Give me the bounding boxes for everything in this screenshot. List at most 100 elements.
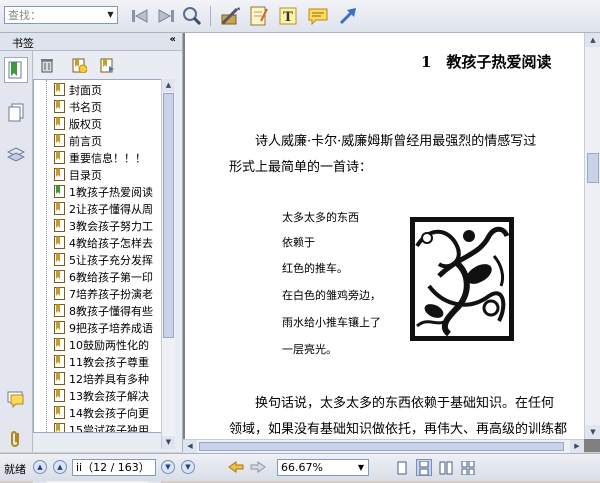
bookmark-item[interactable]: 2让孩子懂得从周 — [34, 200, 174, 217]
document-vertical-scrollbar[interactable]: ▲ ▼ — [584, 33, 600, 439]
bookmark-item[interactable]: 封面页 — [34, 81, 174, 98]
find-prev-icon[interactable] — [128, 4, 152, 28]
bookmark-icon — [54, 151, 65, 164]
svg-text:T: T — [283, 10, 293, 25]
bookmark-item[interactable]: 12培养具有多种 — [34, 370, 174, 387]
bookmark-item[interactable]: 版权页 — [34, 115, 174, 132]
search-icon[interactable] — [180, 4, 204, 28]
bookmark-label: 目录页 — [69, 168, 102, 182]
last-page-icon[interactable]: ▼ — [181, 460, 195, 474]
scroll-up-icon[interactable]: ▲ — [585, 33, 600, 47]
first-page-icon[interactable]: ▲ — [33, 460, 47, 474]
bookmark-label: 9把孩子培养成语 — [69, 321, 153, 335]
new-bookmark-icon[interactable] — [69, 55, 89, 75]
poem-line: 一层亮光。 — [282, 343, 337, 356]
search-box[interactable]: ▼ — [4, 6, 118, 24]
bookmark-item[interactable]: 书名页 — [34, 98, 174, 115]
zoom-dropdown-icon[interactable]: ▼ — [354, 460, 368, 475]
bookmark-icon — [54, 236, 65, 249]
delete-bookmark-icon[interactable] — [37, 55, 57, 75]
find-next-icon[interactable] — [154, 4, 178, 28]
scroll-thumb[interactable] — [587, 153, 599, 183]
single-page-view-icon[interactable] — [394, 459, 410, 476]
bookmark-vertical-scrollbar[interactable]: ▲ ▼ — [161, 79, 175, 449]
layers-tab-icon[interactable] — [5, 143, 27, 167]
scroll-down-icon[interactable]: ▼ — [162, 436, 175, 449]
note-pad-icon[interactable] — [246, 4, 270, 28]
bookmark-item[interactable]: 9把孩子培养成语 — [34, 319, 174, 336]
pencil-icon[interactable] — [218, 4, 242, 28]
panel-header: 书签 « — [0, 33, 182, 51]
status-text: 就绪 — [4, 463, 26, 476]
bookmark-item[interactable]: 6教给孩子第一印 — [34, 268, 174, 285]
bookmark-item[interactable]: 11教会孩子尊重 — [34, 353, 174, 370]
bookmark-icon — [54, 372, 65, 385]
bookmark-label: 1教孩子热爱阅读 — [69, 185, 153, 199]
paragraph-line: 诗人威廉·卡尔·威廉姆斯曾经用最强烈的情感写过 — [255, 134, 537, 149]
continuous-facing-view-icon[interactable] — [460, 459, 476, 476]
next-page-icon[interactable]: ▼ — [161, 460, 175, 474]
pages-tab-icon[interactable] — [5, 101, 27, 125]
bookmark-label: 书名页 — [69, 100, 102, 114]
woodcut-illustration — [410, 217, 514, 341]
bookmark-item[interactable]: 目录页 — [34, 166, 174, 183]
bookmark-icon — [54, 117, 65, 130]
zoom-select[interactable]: 66.67% ▼ — [277, 459, 369, 476]
page-number-field[interactable]: ii（12 / 163） — [72, 459, 156, 476]
arrow-tool-icon[interactable] — [336, 4, 360, 28]
bookmark-icon — [54, 134, 65, 147]
comments-tab-icon[interactable] — [5, 387, 27, 411]
bookmark-label: 前言页 — [69, 134, 102, 148]
bookmark-label: 2让孩子懂得从周 — [69, 202, 153, 216]
bookmark-icon — [54, 338, 65, 351]
search-dropdown-icon[interactable]: ▼ — [104, 7, 117, 23]
bookmark-item[interactable]: 3教会孩子努力工 — [34, 217, 174, 234]
text-tool-icon[interactable]: T — [276, 4, 300, 28]
collapse-panel-icon[interactable]: « — [170, 34, 176, 45]
bookmark-icon — [54, 202, 65, 215]
scroll-down-icon[interactable]: ▼ — [585, 425, 600, 439]
bookmark-item[interactable]: 重要信息！！！ — [34, 149, 174, 166]
bookmark-icon — [54, 304, 65, 317]
bookmark-item[interactable]: 10鼓励两性化的 — [34, 336, 174, 353]
bookmark-properties-icon[interactable] — [97, 55, 117, 75]
document-horizontal-scrollbar[interactable]: ◀ ▶ — [183, 439, 584, 453]
poem-line: 红色的推车。 — [282, 262, 348, 275]
scroll-up-icon[interactable]: ▲ — [162, 79, 175, 92]
bookmark-item[interactable]: 1教孩子热爱阅读 — [34, 183, 174, 200]
bookmark-label: 5让孩子充分发挥 — [69, 253, 153, 267]
bookmark-item[interactable]: 8教孩子懂得有些 — [34, 302, 174, 319]
bookmark-item[interactable]: 13教会孩子解决 — [34, 387, 174, 404]
forward-arrow-icon[interactable] — [250, 460, 266, 474]
bookmark-item[interactable]: 前言页 — [34, 132, 174, 149]
bookmark-item[interactable]: 5让孩子充分发挥 — [34, 251, 174, 268]
bookmark-item[interactable]: 4教给孩子怎样去 — [34, 234, 174, 251]
facing-view-icon[interactable] — [438, 459, 454, 476]
bookmark-label: 13教会孩子解决 — [69, 389, 149, 403]
bookmark-icon — [54, 219, 65, 232]
bookmarks-tab-icon[interactable] — [4, 57, 28, 83]
scroll-left-icon[interactable]: ◀ — [183, 440, 197, 453]
scroll-thumb[interactable] — [199, 442, 564, 451]
bookmark-icon — [54, 406, 65, 419]
zoom-value: 66.67% — [281, 461, 323, 474]
bookmark-icon — [54, 83, 65, 96]
previous-page-icon[interactable]: ▲ — [53, 460, 67, 474]
panel-title: 书签 — [12, 37, 34, 50]
back-arrow-icon[interactable] — [228, 460, 244, 474]
bookmark-item[interactable]: 14教会孩子向更 — [34, 404, 174, 421]
search-input[interactable] — [5, 7, 109, 23]
bookmark-item[interactable]: 15尝试孩子独用 — [34, 421, 174, 432]
comment-icon[interactable] — [306, 4, 330, 28]
bookmark-item[interactable]: 7培养孩子扮演老 — [34, 285, 174, 302]
scroll-right-icon[interactable]: ▶ — [570, 440, 584, 453]
bookmark-label: 10鼓励两性化的 — [69, 338, 149, 352]
scroll-thumb[interactable] — [163, 93, 174, 338]
attachments-tab-icon[interactable] — [5, 427, 27, 451]
bookmark-label: 11教会孩子尊重 — [69, 355, 149, 369]
bookmark-icon — [54, 185, 65, 198]
bookmark-icon — [54, 423, 65, 432]
continuous-view-icon[interactable] — [416, 459, 432, 476]
bookmark-label: 3教会孩子努力工 — [69, 219, 153, 233]
bookmark-label: 封面页 — [69, 83, 102, 97]
